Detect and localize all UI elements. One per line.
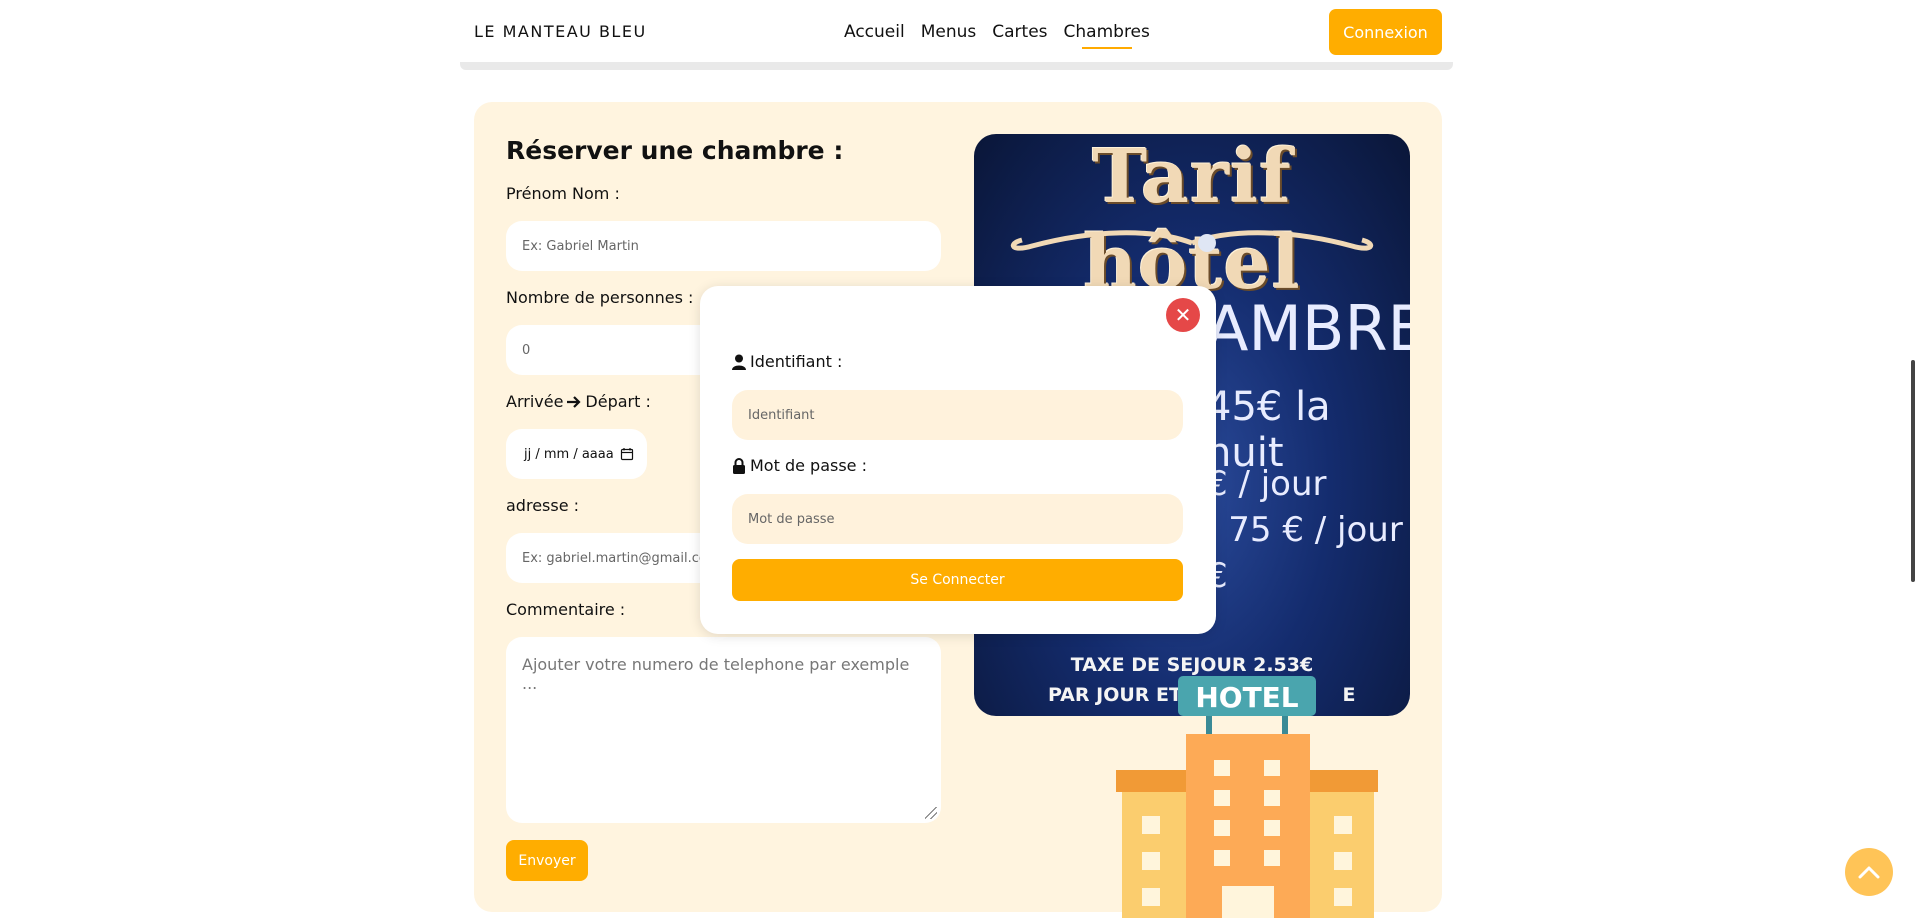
poster-line-3: € / jour — [1206, 464, 1327, 504]
poster-line-1: AMBRE — [1206, 292, 1410, 365]
poster-line-2: 45€ la nuit — [1206, 384, 1331, 476]
connect-button[interactable]: Se Connecter — [732, 559, 1183, 601]
login-button[interactable]: Connexion — [1329, 9, 1442, 55]
chevron-up-icon — [1858, 866, 1880, 879]
poster-line-4: : 75 € / jour — [1206, 510, 1403, 550]
date-placeholder: jj / mm / aaaa — [524, 446, 614, 462]
page-scrollbar[interactable] — [1911, 360, 1915, 582]
poster-ornament — [1010, 230, 1374, 252]
main-nav: Accueil Menus Cartes Chambres — [844, 22, 1150, 49]
password-label: Mot de passe : — [732, 456, 867, 475]
lock-icon — [733, 457, 745, 474]
resize-handle[interactable] — [925, 807, 937, 819]
hotel-sign-text: HOTEL — [1195, 681, 1298, 714]
poster-title: Tarif hôtel — [1083, 134, 1301, 306]
people-label: Nombre de personnes : — [506, 288, 694, 307]
header-divider — [460, 62, 1453, 70]
nav-cartes[interactable]: Cartes — [992, 22, 1047, 46]
nav-accueil[interactable]: Accueil — [844, 22, 905, 46]
dates-label: Arrivée Départ : — [506, 392, 651, 411]
form-title: Réserver une chambre : — [506, 136, 844, 165]
dates-label-start: Arrivée — [506, 392, 564, 411]
comment-textarea[interactable]: Ajouter votre numero de telephone par ex… — [506, 637, 941, 823]
brand-logo[interactable]: LE MANTEAU BLEU — [474, 22, 647, 41]
username-label-text: Identifiant : — [750, 352, 843, 371]
password-input[interactable]: Mot de passe — [732, 494, 1183, 544]
login-modal: ✕ Identifiant : Identifiant Mot de passe… — [700, 286, 1216, 634]
date-input[interactable]: jj / mm / aaaa — [506, 429, 647, 479]
poster-tax-line-1: TAXE DE SEJOUR 2.53€ — [1070, 654, 1314, 676]
close-icon[interactable]: ✕ — [1166, 298, 1200, 332]
calendar-icon[interactable] — [620, 447, 634, 461]
name-label: Prénom Nom : — [506, 184, 620, 203]
send-button[interactable]: Envoyer — [506, 840, 588, 881]
name-input[interactable]: Ex: Gabriel Martin — [506, 221, 941, 271]
nav-menus[interactable]: Menus — [921, 22, 977, 46]
comment-placeholder: Ajouter votre numero de telephone par ex… — [522, 655, 910, 693]
username-input[interactable]: Identifiant — [732, 390, 1183, 440]
scroll-to-top-button[interactable] — [1845, 848, 1893, 896]
header: LE MANTEAU BLEU Accueil Menus Cartes Cha… — [0, 0, 1915, 70]
nav-chambres[interactable]: Chambres — [1064, 22, 1150, 49]
comment-label: Commentaire : — [506, 600, 626, 619]
arrow-right-icon — [567, 395, 581, 408]
dates-label-end: Départ : — [585, 392, 651, 411]
username-label: Identifiant : — [732, 352, 842, 371]
password-label-text: Mot de passe : — [750, 456, 867, 475]
hotel-building-illustration: HOTEL — [1116, 676, 1378, 918]
address-label: adresse : — [506, 496, 580, 515]
user-icon — [732, 354, 746, 370]
